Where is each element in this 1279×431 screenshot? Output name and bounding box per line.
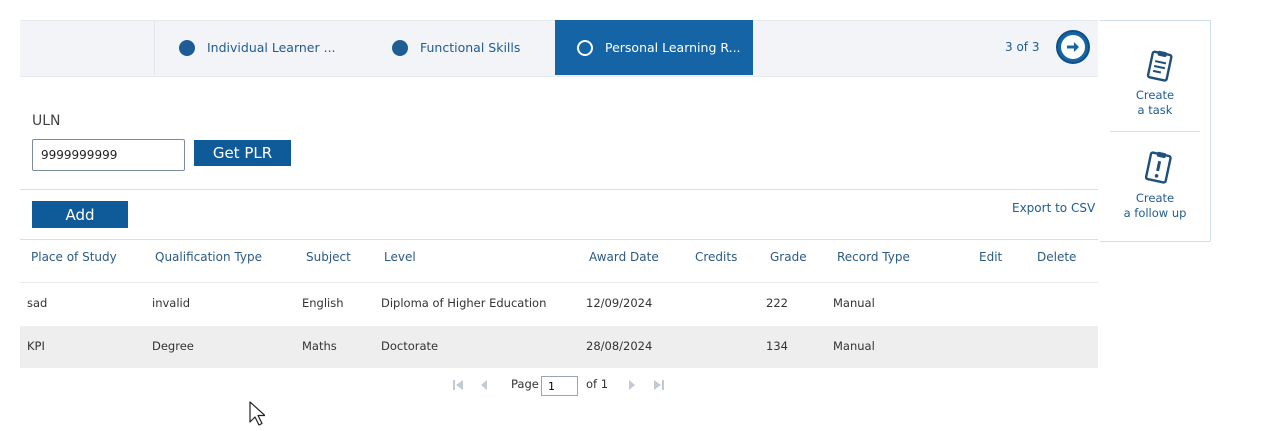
step-complete-icon: [392, 39, 408, 56]
export-csv-link[interactable]: Export to CSV: [1012, 201, 1095, 215]
col-header-credits[interactable]: Credits: [695, 250, 737, 264]
col-header-award-date[interactable]: Award Date: [589, 250, 659, 264]
cell-qualification: Degree: [152, 339, 194, 353]
col-header-grade[interactable]: Grade: [770, 250, 807, 264]
last-page-icon[interactable]: [653, 378, 665, 392]
cell-grade: 134: [766, 339, 788, 353]
cell-award-date: 12/09/2024: [586, 296, 653, 310]
tab-individual-learner[interactable]: Individual Learner ...: [179, 20, 354, 75]
create-task-line2: a task: [1137, 103, 1173, 117]
create-task-button[interactable]: Create a task: [1110, 88, 1200, 118]
tab-label: Individual Learner ...: [207, 40, 336, 55]
col-header-place-of-study[interactable]: Place of Study: [31, 250, 117, 264]
clipboard-list-icon[interactable]: [1141, 49, 1177, 89]
next-step-button[interactable]: [1056, 30, 1090, 64]
col-header-edit: Edit: [979, 250, 1003, 264]
cell-place: KPI: [27, 339, 45, 353]
divider: [20, 239, 1098, 240]
page-number-input[interactable]: [541, 376, 578, 396]
tab-personal-learning-record[interactable]: Personal Learning R...: [555, 20, 753, 75]
tab-label: Functional Skills: [420, 40, 521, 55]
create-follow-up-line2: a follow up: [1123, 206, 1187, 220]
page-total-label: of 1: [586, 377, 609, 391]
col-header-subject[interactable]: Subject: [306, 250, 351, 264]
step-complete-icon: [179, 39, 195, 56]
cell-subject: English: [302, 296, 344, 310]
uln-input[interactable]: [32, 139, 185, 171]
create-follow-up-button[interactable]: Create a follow up: [1110, 191, 1200, 221]
create-follow-up-line1: Create: [1135, 191, 1175, 205]
table-row[interactable]: sad invalid English Diploma of Higher Ed…: [20, 283, 1098, 325]
cell-level: Diploma of Higher Education: [381, 296, 547, 310]
col-header-record-type[interactable]: Record Type: [837, 250, 910, 264]
col-header-level[interactable]: Level: [384, 250, 416, 264]
side-panel-divider: [1110, 131, 1200, 132]
cell-level: Doctorate: [381, 339, 439, 353]
step-counter: 3 of 3: [1005, 40, 1040, 54]
page-label: Page: [511, 377, 539, 391]
clipboard-alert-icon[interactable]: [1139, 150, 1177, 192]
add-button[interactable]: Add: [32, 201, 128, 228]
prev-page-icon[interactable]: [478, 378, 490, 392]
mouse-pointer-icon: [249, 401, 266, 431]
uln-label: ULN: [32, 113, 61, 129]
cell-grade: 222: [766, 296, 788, 310]
cell-award-date: 28/08/2024: [586, 339, 653, 353]
table-row[interactable]: KPI Degree Maths Doctorate 28/08/2024 13…: [20, 326, 1098, 368]
tab-functional-skills[interactable]: Functional Skills: [392, 20, 552, 75]
cell-record-type: Manual: [833, 296, 875, 310]
cell-qualification: invalid: [152, 296, 191, 310]
create-task-line1: Create: [1135, 88, 1175, 102]
step-current-icon: [577, 39, 593, 56]
arrow-right-circle-icon: [1061, 35, 1085, 59]
cell-place: sad: [27, 296, 48, 310]
tab-label: Personal Learning R...: [605, 40, 741, 55]
first-page-icon[interactable]: [452, 378, 464, 392]
col-header-delete: Delete: [1037, 250, 1077, 264]
col-header-qualification-type[interactable]: Qualification Type: [155, 250, 262, 264]
next-page-icon[interactable]: [626, 378, 638, 392]
divider: [20, 189, 1098, 190]
cell-record-type: Manual: [833, 339, 875, 353]
tab-divider: [154, 20, 155, 75]
get-plr-button[interactable]: Get PLR: [194, 140, 291, 166]
cell-subject: Maths: [302, 339, 337, 353]
